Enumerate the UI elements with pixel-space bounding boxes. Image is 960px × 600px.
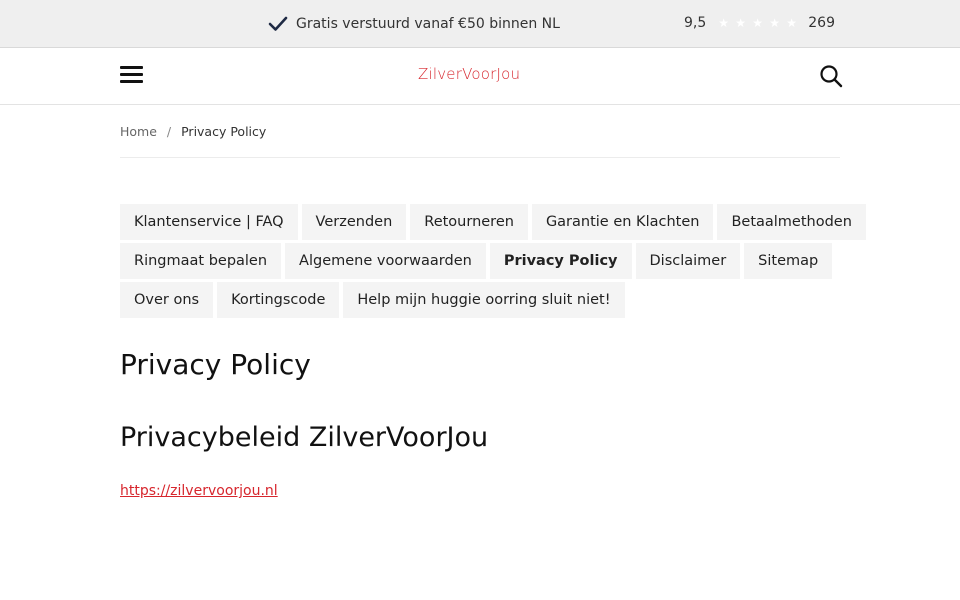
rating-stars: ★ ★ ★ ★ ★ — [718, 17, 798, 29]
star-icon: ★ — [769, 16, 781, 30]
tab-betaalmethoden[interactable]: Betaalmethoden — [717, 204, 866, 240]
star-icon: ★ — [718, 16, 730, 30]
review-count: 269 — [808, 15, 835, 31]
tab-sitemap[interactable]: Sitemap — [744, 243, 833, 279]
breadcrumb-current: Privacy Policy — [181, 124, 267, 139]
breadcrumb-home-link[interactable]: Home — [120, 124, 157, 139]
star-icon: ★ — [752, 16, 764, 30]
tab-klantenservice[interactable]: Klantenservice | FAQ — [120, 204, 298, 240]
rating-score: 9,5 — [684, 15, 707, 31]
star-icon: ★ — [735, 16, 747, 30]
breadcrumb: Home / Privacy Policy — [120, 124, 840, 158]
top-announcement-bar: Gratis verstuurd vanaf €50 binnen NL 9,5… — [0, 0, 960, 48]
tab-disclaimer[interactable]: Disclaimer — [635, 243, 741, 279]
breadcrumb-separator: / — [166, 124, 172, 139]
hamburger-menu-icon[interactable] — [120, 66, 144, 86]
tab-ringmaat[interactable]: Ringmaat bepalen — [120, 243, 282, 279]
tab-verzenden[interactable]: Verzenden — [301, 204, 407, 240]
nav-row: Ringmaat bepalen Algemene voorwaarden Pr… — [120, 243, 840, 279]
tab-garantie[interactable]: Garantie en Klachten — [531, 204, 714, 240]
page-title: Privacy Policy — [120, 348, 311, 381]
tab-algemene-voorwaarden[interactable]: Algemene voorwaarden — [285, 243, 486, 279]
tab-privacy-policy[interactable]: Privacy Policy — [489, 243, 632, 279]
site-logo[interactable]: ZilverVoorJou — [418, 65, 520, 83]
search-icon[interactable] — [819, 64, 843, 88]
nav-row: Klantenservice | FAQ Verzenden Retourner… — [120, 204, 866, 240]
section-heading: Privacybeleid ZilverVoorJou — [120, 422, 489, 453]
shipping-text: Gratis verstuurd vanaf €50 binnen NL — [296, 16, 560, 32]
checkmark-icon — [268, 16, 288, 31]
tab-kortingscode[interactable]: Kortingscode — [217, 282, 340, 318]
website-link[interactable]: https://zilvervoorjou.nl — [120, 483, 278, 499]
tab-over-ons[interactable]: Over ons — [120, 282, 214, 318]
site-header: ZilverVoorJou — [0, 48, 960, 105]
nav-row: Over ons Kortingscode Help mijn huggie o… — [120, 282, 840, 318]
tab-retourneren[interactable]: Retourneren — [410, 204, 528, 240]
tab-huggie-help[interactable]: Help mijn huggie oorring sluit niet! — [343, 282, 625, 318]
customer-service-nav: Klantenservice | FAQ Verzenden Retourner… — [120, 204, 866, 321]
shipping-notice: Gratis verstuurd vanaf €50 binnen NL — [268, 15, 560, 33]
star-icon: ★ — [786, 16, 798, 30]
review-rating[interactable]: 9,5 ★ ★ ★ ★ ★ 269 — [684, 15, 835, 31]
